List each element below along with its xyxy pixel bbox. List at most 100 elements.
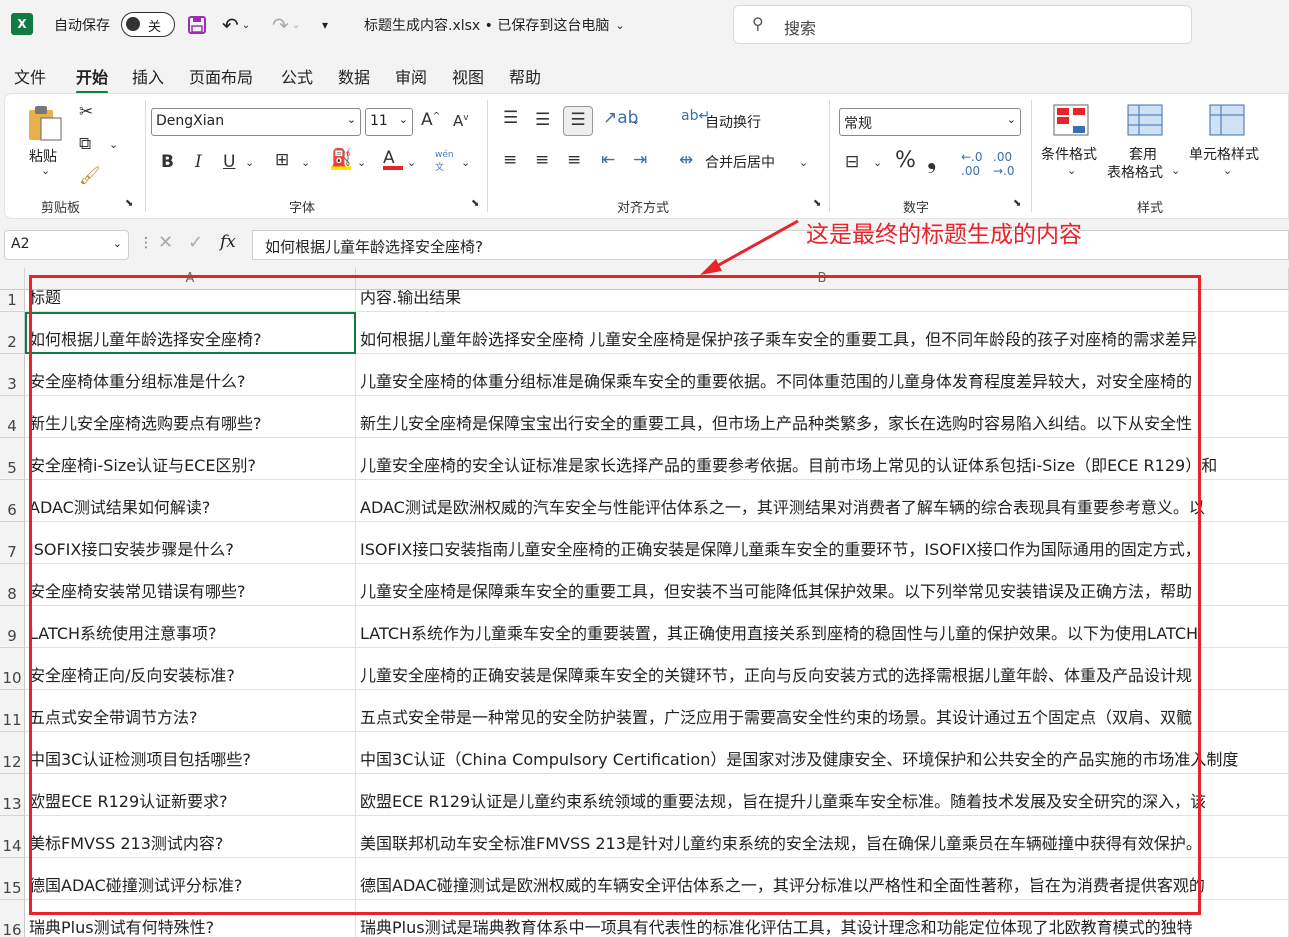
dialog-launcher-icon[interactable]: ⬊ [1013,198,1021,209]
cell-content[interactable]: 如何根据儿童年龄选择安全座椅 儿童安全座椅是保护孩子乘车安全的重要工具，但不同年… [356,312,1289,354]
row-header[interactable]: 11 [0,690,25,732]
cell-title[interactable]: 安全座椅i-Size认证与ECE区别? [25,438,356,480]
chevron-down-icon[interactable]: ⌄ [1171,164,1180,177]
cell-content[interactable]: 五点式安全带是一种常见的安全防护装置，广泛应用于需要高安全性约束的场景。其设计通… [356,690,1289,732]
cell-content[interactable]: 德国ADAC碰撞测试是欧洲权威的车辆安全评估体系之一，其评分标准以严格性和全面性… [356,858,1289,900]
increase-indent-icon[interactable]: ⇥ [633,150,647,170]
row-header[interactable]: 8 [0,564,25,606]
chevron-down-icon[interactable]: ⌄ [461,156,470,169]
format-as-table-icon[interactable] [1127,104,1163,140]
copy-icon[interactable]: ⧉ [79,134,91,154]
search-box[interactable]: ⚲ 搜索 [733,5,1192,44]
cell-title[interactable]: 欧盟ECE R129认证新要求? [25,774,356,816]
cell-content[interactable]: 儿童安全座椅的体重分组标准是确保乘车安全的重要依据。不同体重范围的儿童身体发育程… [356,354,1289,396]
file-title[interactable]: 标题生成内容.xlsx • 已保存到这台电脑 ⌄ [364,0,625,50]
percent-icon[interactable]: % [895,148,916,173]
cell-title[interactable]: 安全座椅安装常见错误有哪些? [25,564,356,606]
wrap-text-label[interactable]: 自动换行 [705,112,761,132]
paste-button[interactable] [27,104,63,146]
redo-icon[interactable]: ↷ ⌄ [272,0,300,50]
number-format-select[interactable]: 常规 ⌄ [839,108,1021,136]
name-box[interactable]: A2 ⌄ [4,230,129,260]
align-left-icon[interactable]: ≡ [503,150,517,170]
cell-title[interactable]: 中国3C认证检测项目包括哪些? [25,732,356,774]
row-header[interactable]: 16 [0,900,25,937]
dialog-launcher-icon[interactable]: ⬊ [125,198,133,209]
select-all-corner[interactable] [0,268,25,290]
font-color-icon[interactable]: A [383,148,403,170]
cell-styles-icon[interactable] [1209,104,1245,140]
row-header[interactable]: 12 [0,732,25,774]
cell-title[interactable]: LATCH系统使用注意事项? [25,606,356,648]
decrease-decimal-icon[interactable]: .00 →.0 [993,150,1015,178]
insert-function-icon[interactable]: fx [220,232,236,252]
chevron-down-icon[interactable]: ⌄ [301,156,310,169]
undo-icon[interactable]: ↶ ⌄ [222,0,250,50]
row-header[interactable]: 14 [0,816,25,858]
tab-insert[interactable]: 插入 [132,64,164,88]
tab-view[interactable]: 视图 [452,64,484,88]
align-center-icon[interactable]: ≡ [535,150,549,170]
cell-content[interactable]: 美国联邦机动车安全标准FMVSS 213是针对儿童约束系统的安全法规，旨在确保儿… [356,816,1289,858]
chevron-down-icon[interactable]: ⌄ [1223,164,1232,177]
cell-content[interactable]: 新生儿安全座椅是保障宝宝出行安全的重要工具，但市场上产品种类繁多，家长在选购时容… [356,396,1289,438]
column-header-a[interactable]: A [25,268,356,290]
chevron-down-icon[interactable]: ⌄ [109,138,118,151]
autosave-toggle[interactable]: 关 [121,12,175,37]
cell-styles-label[interactable]: 单元格样式 [1189,144,1259,164]
cell-content[interactable]: 儿童安全座椅的安全认证标准是家长选择产品的重要参考依据。目前市场上常见的认证体系… [356,438,1289,480]
conditional-formatting-label[interactable]: 条件格式 [1041,144,1097,164]
align-right-icon[interactable]: ≡ [567,150,581,170]
align-middle-icon[interactable]: ☰ [535,110,550,130]
underline-icon[interactable]: U [223,152,235,172]
align-top-icon[interactable]: ☰ [503,108,518,128]
cell-title[interactable]: ADAC测试结果如何解读? [25,480,356,522]
tab-home[interactable]: 开始 [76,64,109,94]
format-as-table-label-1[interactable]: 套用 [1129,144,1157,164]
chevron-down-icon[interactable]: ⌄ [407,156,416,169]
row-header[interactable]: 10 [0,648,25,690]
currency-icon[interactable]: ⊟ [845,152,859,172]
row-header[interactable]: 9 [0,606,25,648]
cell-content[interactable]: 欧盟ECE R129认证是儿童约束系统领域的重要法规，旨在提升儿童乘车安全标准。… [356,774,1289,816]
cell-title[interactable]: 美标FMVSS 213测试内容? [25,816,356,858]
save-icon[interactable] [187,0,207,50]
column-header-b[interactable]: B [356,268,1289,290]
cut-icon[interactable]: ✂ [79,102,93,122]
merge-center-label[interactable]: 合并后居中 [705,152,775,172]
dialog-launcher-icon[interactable]: ⬊ [471,198,479,209]
chevron-down-icon[interactable]: ⌄ [245,156,254,169]
fill-color-icon[interactable]: ⛽ [331,148,352,170]
cell-content[interactable]: 瑞典Plus测试是瑞典教育体系中一项具有代表性的标准化评估工具，其设计理念和功能… [356,900,1289,937]
row-header[interactable]: 15 [0,858,25,900]
increase-decimal-icon[interactable]: ←.0.00 [961,150,983,178]
tab-review[interactable]: 审阅 [395,64,427,88]
tab-data[interactable]: 数据 [338,64,370,88]
italic-icon[interactable]: I [195,152,202,172]
chevron-down-icon[interactable]: ⌄ [799,156,808,169]
chevron-down-icon[interactable]: ⌄ [1067,164,1076,177]
cell-content[interactable]: ISOFIX接口安装指南儿童安全座椅的正确安装是保障儿童乘车安全的重要环节，IS… [356,522,1289,564]
decrease-font-icon[interactable]: Av [453,112,469,130]
cancel-icon[interactable]: ✕ [158,232,173,253]
cell-title[interactable]: 德国ADAC碰撞测试评分标准? [25,858,356,900]
merge-center-icon[interactable]: ⇹ [679,150,693,170]
cell-content[interactable]: 儿童安全座椅是保障乘车安全的重要工具，但安装不当可能降低其保护效果。以下列举常见… [356,564,1289,606]
row-header[interactable]: 3 [0,354,25,396]
more-options-icon[interactable]: ⋮ [139,235,153,251]
chevron-down-icon[interactable]: ⌄ [41,164,50,177]
header-cell-title[interactable]: 标题 [25,290,356,312]
bold-icon[interactable]: B [161,152,174,172]
row-header[interactable]: 6 [0,480,25,522]
format-painter-icon[interactable]: 🖌 [79,166,101,186]
header-cell-content[interactable]: 内容.输出结果 [356,290,1289,312]
tab-formulas[interactable]: 公式 [281,64,313,88]
cell-title[interactable]: 如何根据儿童年龄选择安全座椅? [25,312,356,354]
tab-file[interactable]: 文件 [14,64,46,88]
cell-title[interactable]: 新生儿安全座椅选购要点有哪些? [25,396,356,438]
dialog-launcher-icon[interactable]: ⬊ [813,198,821,209]
tab-page-layout[interactable]: 页面布局 [189,64,253,88]
phonetic-guide-icon[interactable]: wén 文 [435,150,454,173]
format-as-table-label-2[interactable]: 表格格式 [1107,162,1163,182]
cell-content[interactable]: 儿童安全座椅的正确安装是保障乘车安全的关键环节，正向与反向安装方式的选择需根据儿… [356,648,1289,690]
